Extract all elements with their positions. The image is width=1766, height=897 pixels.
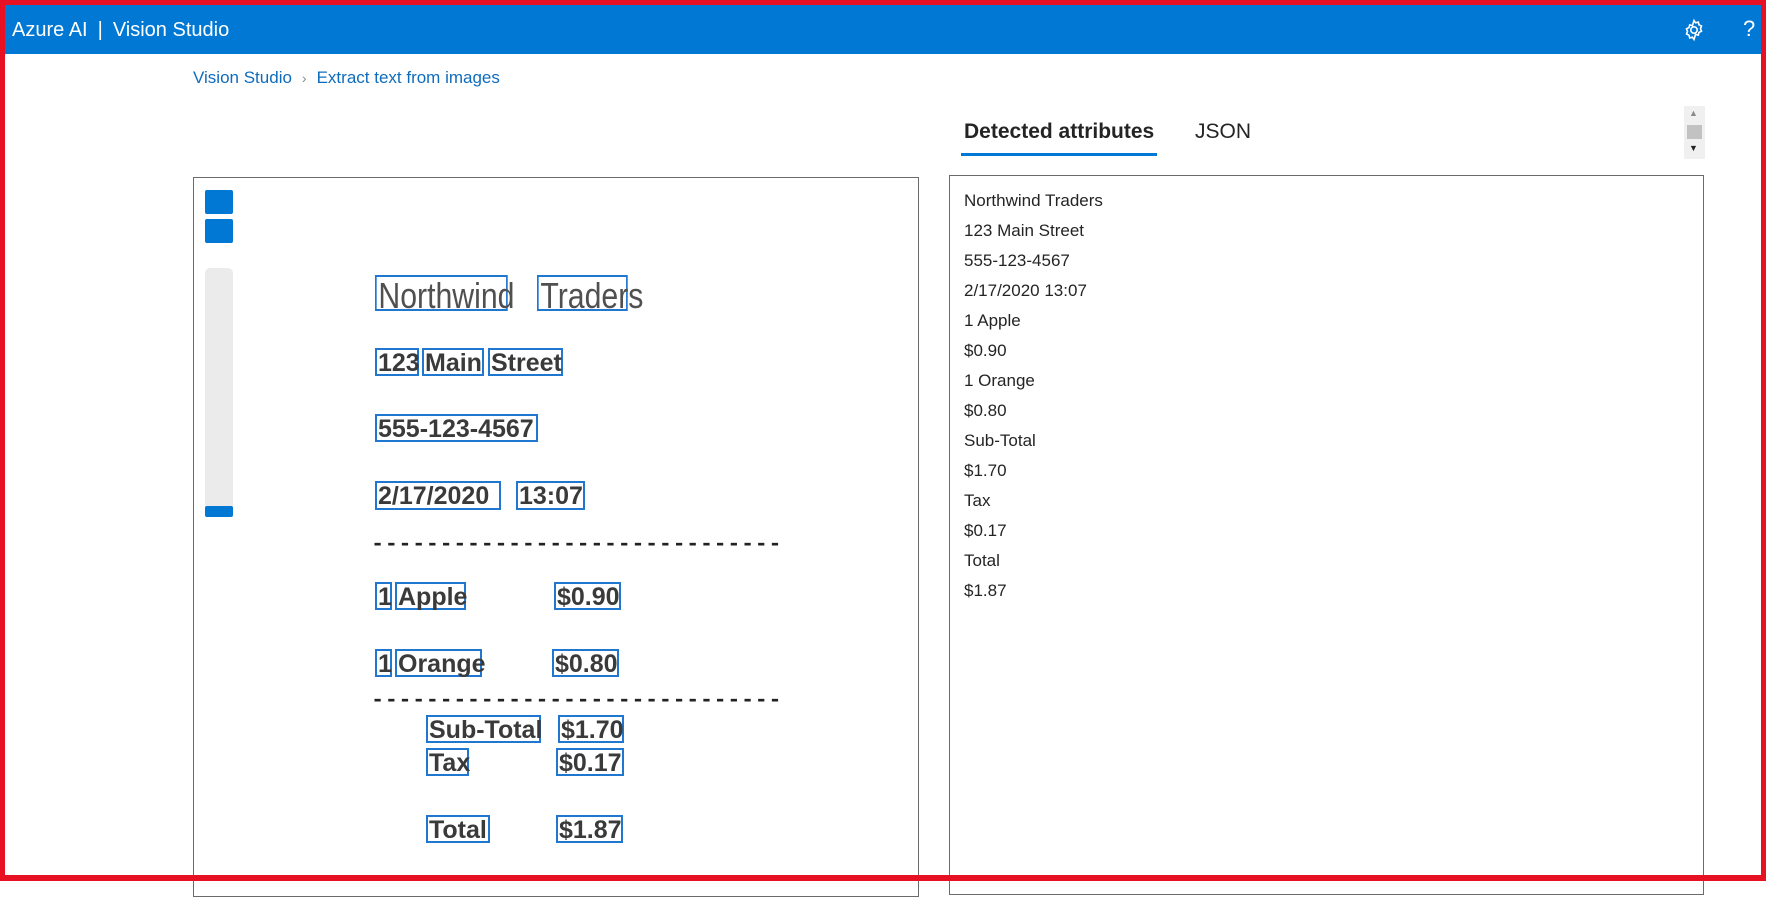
ocr-word-box: $0.90 [554, 582, 621, 610]
image-preview-panel: Northwind Traders 123 Main Street 555-12… [193, 177, 919, 897]
ocr-word-box: 13:07 [516, 481, 585, 510]
ocr-word-box: $1.70 [558, 715, 624, 743]
ocr-word-box: Traders [537, 275, 643, 314]
detected-line: Total [964, 551, 1000, 570]
scroll-thumb[interactable] [1687, 125, 1702, 139]
ocr-word-box: Tax [426, 748, 470, 776]
detected-line: $1.87 [964, 581, 1007, 600]
detected-line: Sub-Total [964, 431, 1036, 450]
receipt-divider: ------------------------------ [371, 688, 783, 713]
detected-line: $0.80 [964, 401, 1007, 420]
detected-line: 2/17/2020 13:07 [964, 281, 1087, 300]
detected-text-panel: Northwind Traders 123 Main Street 555-12… [949, 175, 1704, 895]
brand-name: Azure AI [12, 19, 88, 41]
tab-json[interactable]: JSON [1192, 116, 1254, 148]
help-icon[interactable]: ? [1743, 16, 1755, 42]
detected-line: 1 Orange [964, 371, 1035, 390]
top-bar: Azure AI | Vision Studio ? [0, 0, 1766, 54]
ocr-word-box: 1 [375, 649, 392, 677]
breadcrumb-extract-text[interactable]: Extract text from images [317, 68, 500, 87]
ocr-word-box: 1 [375, 582, 392, 610]
ocr-word-box: Street [488, 348, 563, 376]
ocr-word-box: Total [426, 815, 490, 843]
detected-line: 555-123-4567 [964, 251, 1070, 270]
scroll-up-arrow-icon[interactable]: ▲ [1689, 108, 1698, 118]
breadcrumb: Vision Studio › Extract text from images [193, 68, 500, 88]
detected-text-list: Northwind Traders 123 Main Street 555-12… [950, 176, 1703, 606]
settings-gear-icon[interactable] [1682, 18, 1706, 42]
app-title[interactable]: Azure AI | Vision Studio [12, 0, 229, 60]
ocr-word-box: 123 [375, 348, 420, 376]
ocr-word-box: Sub-Total [426, 715, 542, 743]
ocr-word-box: Northwind [375, 275, 515, 314]
ocr-word-box: Apple [395, 582, 467, 610]
tab-detected-attributes[interactable]: Detected attributes [961, 116, 1158, 156]
detected-line: $0.17 [964, 521, 1007, 540]
ocr-word-box: 2/17/2020 [375, 481, 501, 510]
detected-line: Northwind Traders [964, 191, 1103, 210]
product-name: Vision Studio [112, 19, 230, 41]
ocr-word-box: $0.17 [556, 748, 624, 776]
ocr-word-box: Orange [395, 649, 486, 677]
detected-line: $0.90 [964, 341, 1007, 360]
ocr-word-box: 555-123-4567 [375, 414, 538, 442]
title-separator: | [97, 19, 103, 41]
chevron-right-icon: › [301, 70, 307, 86]
receipt-divider: ------------------------------ [371, 532, 783, 557]
detected-line: Tax [964, 491, 991, 510]
ocr-word-box: $1.87 [556, 815, 623, 843]
tabs-scrollbar[interactable]: ▲ ▼ [1684, 106, 1705, 159]
ocr-word-box: Main [422, 348, 484, 376]
scroll-down-arrow-icon[interactable]: ▼ [1689, 143, 1698, 153]
detected-line: 1 Apple [964, 311, 1021, 330]
detected-line: $1.70 [964, 461, 1007, 480]
detected-line: 123 Main Street [964, 221, 1085, 240]
receipt-image: Northwind Traders 123 Main Street 555-12… [194, 178, 918, 896]
ocr-word-box: $0.80 [552, 649, 619, 677]
breadcrumb-vision-studio[interactable]: Vision Studio [193, 68, 292, 87]
